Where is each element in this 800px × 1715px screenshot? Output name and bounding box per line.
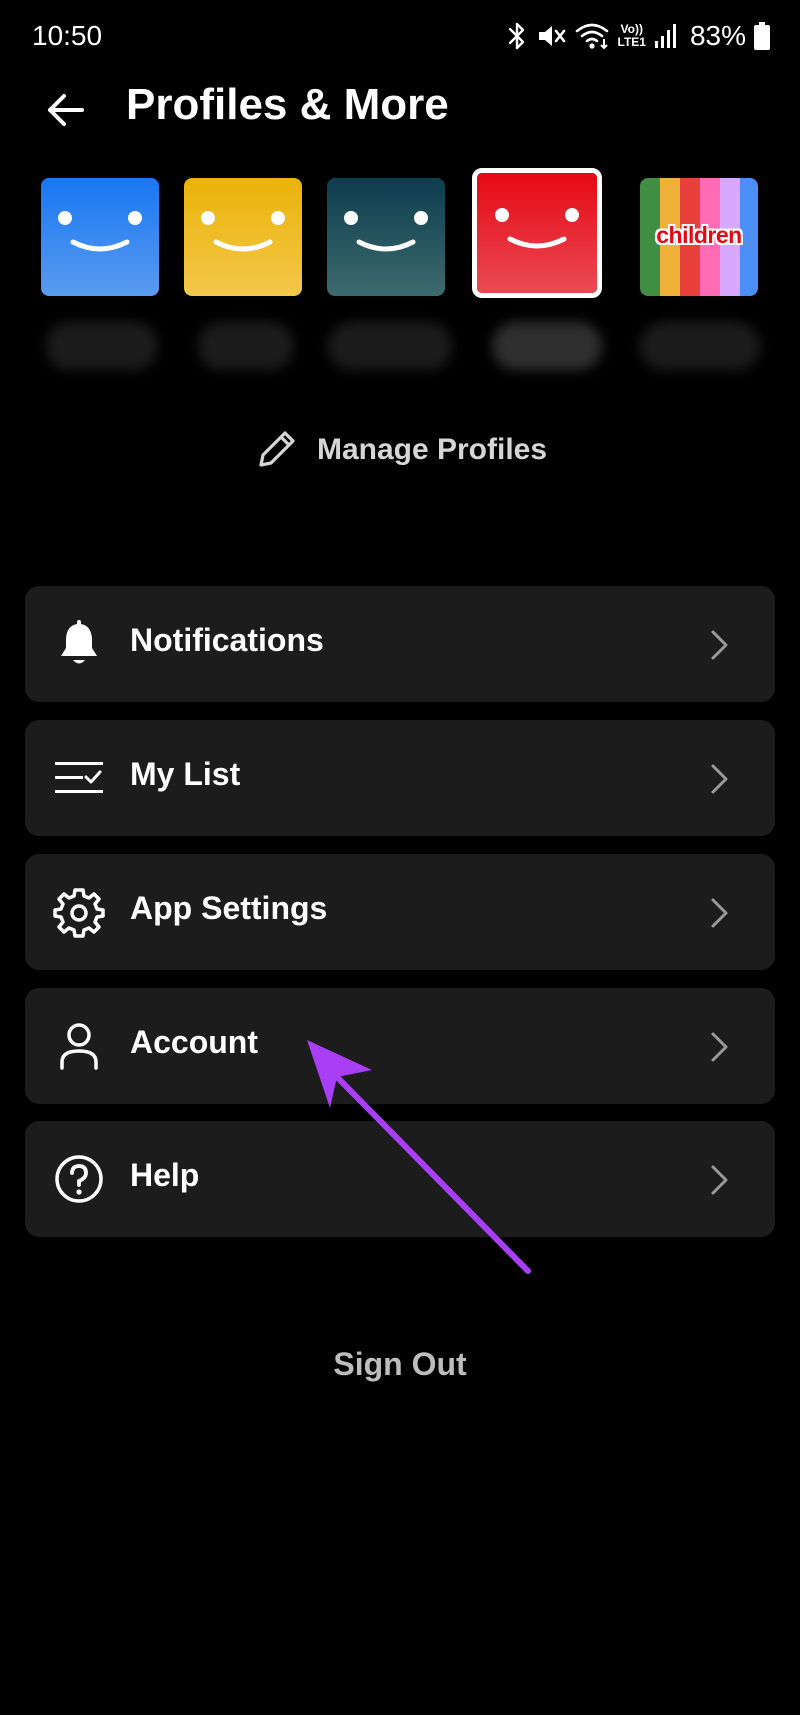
profile-avatar-1[interactable] bbox=[41, 178, 159, 296]
pencil-icon bbox=[259, 431, 295, 467]
page-title: Profiles & More bbox=[126, 80, 449, 129]
profile-selector: children bbox=[0, 168, 800, 308]
profile-name-blurred bbox=[328, 322, 452, 370]
menu-item-notifications[interactable]: Notifications bbox=[25, 586, 775, 702]
smiley-avatar-icon bbox=[41, 178, 159, 296]
menu-label: Notifications bbox=[130, 622, 324, 658]
arrow-left-icon bbox=[48, 94, 84, 126]
battery-percentage: 83% bbox=[689, 20, 746, 51]
chevron-right-icon bbox=[711, 898, 728, 928]
profile-name-blurred bbox=[640, 322, 760, 370]
volte-lte-icon: Vo)) LTE1 bbox=[618, 23, 646, 49]
smiley-avatar-icon bbox=[184, 178, 302, 296]
mute-icon bbox=[538, 26, 565, 46]
status-icons: Vo)) LTE1 83% bbox=[506, 18, 770, 54]
question-circle-icon bbox=[55, 1155, 103, 1203]
profile-avatar-4-selected[interactable] bbox=[472, 168, 602, 298]
profiles-screen: 10:50 Vo)) LTE1 83% Profiles & More chil… bbox=[0, 0, 800, 1715]
bluetooth-icon bbox=[508, 22, 524, 50]
list-check-icon bbox=[55, 762, 103, 793]
menu-label: Account bbox=[130, 1024, 258, 1060]
user-icon bbox=[60, 1023, 98, 1070]
menu-item-app-settings[interactable]: App Settings bbox=[25, 854, 775, 970]
battery-icon bbox=[754, 22, 770, 50]
menu-item-account[interactable]: Account bbox=[25, 988, 775, 1104]
profile-name-blurred bbox=[198, 322, 294, 370]
manage-profiles-button[interactable]: Manage Profiles bbox=[0, 420, 800, 480]
chevron-right-icon bbox=[711, 630, 728, 660]
status-bar: 10:50 Vo)) LTE1 83% bbox=[0, 0, 800, 74]
wifi-icon bbox=[575, 23, 608, 50]
menu-item-my-list[interactable]: My List bbox=[25, 720, 775, 836]
menu-item-help[interactable]: Help bbox=[25, 1121, 775, 1237]
children-avatar-label: children bbox=[656, 222, 742, 248]
profile-avatar-children[interactable]: children bbox=[640, 178, 758, 296]
sign-out-button[interactable]: Sign Out bbox=[0, 1346, 800, 1383]
menu-label: App Settings bbox=[130, 890, 328, 926]
smiley-avatar-icon bbox=[477, 173, 597, 293]
signal-icon bbox=[654, 24, 676, 48]
menu-label: Help bbox=[130, 1157, 200, 1193]
profile-name-blurred bbox=[46, 322, 158, 370]
network-label-bottom: LTE1 bbox=[617, 35, 646, 49]
header: Profiles & More bbox=[0, 74, 800, 140]
manage-profiles-label: Manage Profiles bbox=[316, 433, 548, 466]
chevron-right-icon bbox=[711, 764, 728, 794]
menu-label: My List bbox=[130, 756, 241, 792]
status-time: 10:50 bbox=[32, 20, 103, 51]
chevron-right-icon bbox=[711, 1032, 728, 1062]
profile-avatar-3[interactable] bbox=[327, 178, 445, 296]
profile-name-blurred bbox=[492, 322, 602, 370]
smiley-avatar-icon bbox=[327, 178, 445, 296]
profile-avatar-2[interactable] bbox=[184, 178, 302, 296]
gear-icon bbox=[53, 888, 105, 938]
bell-icon bbox=[61, 620, 97, 664]
back-button[interactable] bbox=[42, 88, 90, 132]
chevron-right-icon bbox=[711, 1165, 728, 1195]
